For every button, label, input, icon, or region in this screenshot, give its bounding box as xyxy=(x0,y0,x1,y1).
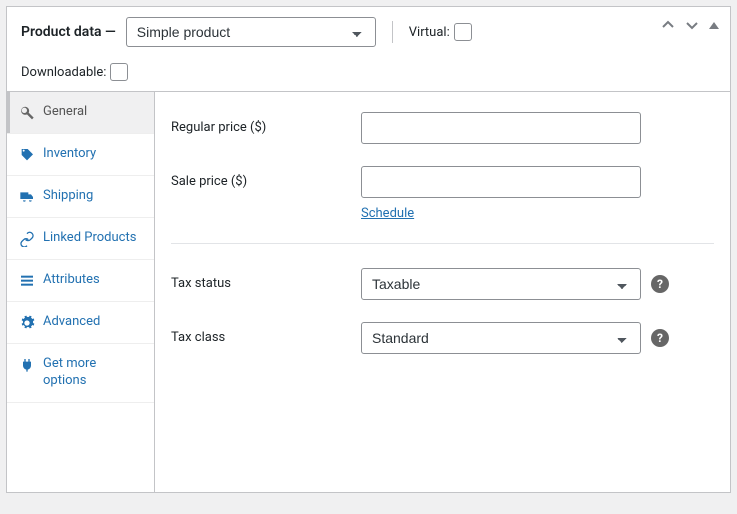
tab-advanced[interactable]: Advanced xyxy=(7,302,154,344)
downloadable-checkbox[interactable] xyxy=(110,63,128,81)
tax-status-select[interactable]: Taxable xyxy=(361,268,641,300)
wrench-icon xyxy=(19,105,35,121)
tabs-sidebar: General Inventory Shipping Linked Produc… xyxy=(7,92,155,492)
product-data-panel: Product data — Simple product Virtual: D… xyxy=(6,6,731,493)
row-sale-price: Sale price ($) Schedule xyxy=(171,166,714,221)
tab-label: Get more options xyxy=(43,356,142,390)
tax-class-label: Tax class xyxy=(171,322,361,345)
virtual-checkbox[interactable] xyxy=(454,23,472,41)
tax-class-select[interactable]: Standard xyxy=(361,322,641,354)
tab-label: Linked Products xyxy=(43,230,136,247)
tab-linked-products[interactable]: Linked Products xyxy=(7,218,154,260)
row-tax-class: Tax class Standard ? xyxy=(171,322,714,354)
tax-status-label: Tax status xyxy=(171,268,361,291)
tab-inventory[interactable]: Inventory xyxy=(7,134,154,176)
tab-label: Inventory xyxy=(43,146,96,163)
tab-content-general: Regular price ($) Sale price ($) Schedul… xyxy=(155,92,730,492)
collapse-triangle-icon[interactable] xyxy=(708,19,720,31)
divider xyxy=(171,243,714,244)
panel-title: Product data — xyxy=(21,24,116,40)
downloadable-label[interactable]: Downloadable: xyxy=(21,63,128,81)
panel-controls xyxy=(660,17,720,33)
chevron-down-icon[interactable] xyxy=(684,17,700,33)
help-icon[interactable]: ? xyxy=(651,329,669,347)
schedule-link[interactable]: Schedule xyxy=(361,206,414,221)
plug-icon xyxy=(19,357,35,373)
divider xyxy=(392,21,393,43)
tab-label: Shipping xyxy=(43,188,93,205)
tab-label: General xyxy=(43,104,87,121)
panel-body: General Inventory Shipping Linked Produc… xyxy=(7,92,730,492)
regular-price-input[interactable] xyxy=(361,112,641,144)
tab-label: Advanced xyxy=(43,314,100,331)
tab-label: Attributes xyxy=(43,272,100,289)
tab-shipping[interactable]: Shipping xyxy=(7,176,154,218)
truck-icon xyxy=(19,189,35,205)
tag-icon xyxy=(19,147,35,163)
product-type-select[interactable]: Simple product xyxy=(126,17,376,47)
list-icon xyxy=(19,273,35,289)
panel-header: Product data — Simple product Virtual: D… xyxy=(7,7,730,92)
chevron-up-icon[interactable] xyxy=(660,17,676,33)
help-icon[interactable]: ? xyxy=(651,275,669,293)
gear-icon xyxy=(19,315,35,331)
tab-get-more-options[interactable]: Get more options xyxy=(7,344,154,403)
link-icon xyxy=(19,231,35,247)
sale-price-input[interactable] xyxy=(361,166,641,198)
regular-price-label: Regular price ($) xyxy=(171,112,361,135)
tab-general[interactable]: General xyxy=(7,92,154,134)
row-tax-status: Tax status Taxable ? xyxy=(171,268,714,300)
row-regular-price: Regular price ($) xyxy=(171,112,714,144)
virtual-label[interactable]: Virtual: xyxy=(409,23,472,41)
tab-attributes[interactable]: Attributes xyxy=(7,260,154,302)
sale-price-label: Sale price ($) xyxy=(171,166,361,189)
